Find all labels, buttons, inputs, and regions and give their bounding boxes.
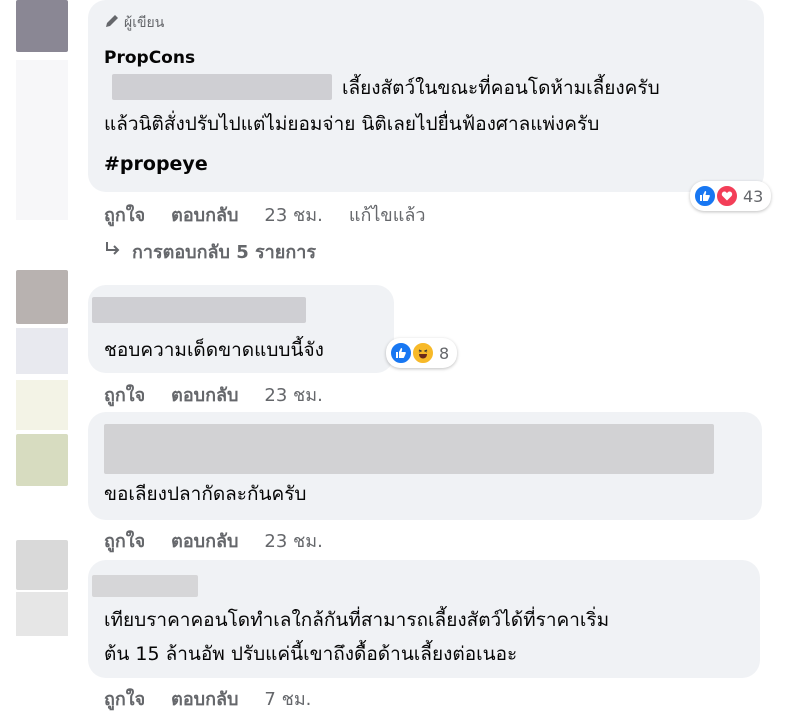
avatar[interactable] bbox=[16, 434, 68, 486]
redacted-text bbox=[112, 74, 332, 100]
avatar[interactable] bbox=[16, 540, 68, 590]
like-button[interactable]: ถูกใจ bbox=[104, 526, 145, 555]
like-icon bbox=[389, 341, 413, 365]
redacted-name bbox=[92, 575, 198, 597]
view-replies-button[interactable]: การตอบกลับ 5 รายการ bbox=[104, 237, 316, 266]
comment-text-line: แล้วนิติสั่งปรับไปแต่ไม่ยอมจ่าย นิติเลยไ… bbox=[104, 113, 600, 135]
avatar-strip bbox=[16, 60, 68, 220]
timestamp[interactable]: 23 ชม. bbox=[264, 526, 322, 555]
like-button[interactable]: ถูกใจ bbox=[104, 200, 145, 229]
reaction-summary[interactable]: 8 bbox=[386, 338, 458, 368]
comment-text-line: ต้น 15 ล้านอัพ ปรับแค่นี้เขาถึงดื้อด้านเ… bbox=[104, 643, 518, 665]
author-badge: ผู้เขียน bbox=[104, 12, 164, 34]
timestamp[interactable]: 23 ชม. bbox=[264, 380, 322, 409]
comment-text-line: เลี้ยงสัตว์ในขณะที่คอนโดห้ามเลี้ยงครับ bbox=[342, 77, 660, 99]
edited-label: แก้ไขแล้ว bbox=[348, 205, 426, 226]
comment-text-line: ขอเลียงปลากัดละกันครับ bbox=[104, 483, 307, 505]
reply-button[interactable]: ตอบกลับ bbox=[171, 684, 238, 713]
reaction-count: 8 bbox=[439, 343, 450, 363]
reply-button[interactable]: ตอบกลับ bbox=[171, 526, 238, 555]
author-badge-label: ผู้เขียน bbox=[124, 15, 165, 31]
like-icon bbox=[693, 184, 717, 208]
reaction-summary[interactable]: 43 bbox=[690, 181, 772, 211]
comment-text-line: ชอบความเด็ดขาดแบบนี้จัง bbox=[104, 339, 324, 361]
avatar-strip bbox=[16, 380, 68, 430]
comment-actions: ถูกใจ ตอบกลับ 23 ชม. bbox=[104, 380, 323, 409]
avatar-strip bbox=[16, 592, 68, 636]
redacted-name bbox=[104, 424, 714, 474]
redacted-name bbox=[92, 297, 306, 323]
reply-button[interactable]: ตอบกลับ bbox=[171, 380, 238, 409]
pencil-icon bbox=[104, 13, 120, 33]
haha-icon bbox=[411, 341, 435, 365]
love-icon bbox=[715, 184, 739, 208]
comment-text-line: เทียบราคาคอนโดทำเลใกล้กันที่สามารถเลี้ยง… bbox=[104, 609, 610, 631]
avatar[interactable] bbox=[16, 0, 68, 52]
like-button[interactable]: ถูกใจ bbox=[104, 684, 145, 713]
timestamp[interactable]: 23 ชม. bbox=[264, 200, 322, 229]
like-button[interactable]: ถูกใจ bbox=[104, 380, 145, 409]
comment-actions: ถูกใจ ตอบกลับ 7 ชม. bbox=[104, 684, 311, 713]
replies-label: การตอบกลับ 5 รายการ bbox=[132, 242, 317, 263]
comment-author[interactable]: PropCons bbox=[104, 48, 195, 68]
reaction-count: 43 bbox=[743, 186, 764, 206]
comment-actions: ถูกใจ ตอบกลับ 23 ชม. แก้ไขแล้ว bbox=[104, 200, 425, 229]
timestamp[interactable]: 7 ชม. bbox=[264, 684, 311, 713]
avatar-strip bbox=[16, 328, 68, 374]
hashtag-link[interactable]: #propeye bbox=[104, 146, 208, 182]
reply-button[interactable]: ตอบกลับ bbox=[171, 200, 238, 229]
comment-actions: ถูกใจ ตอบกลับ 23 ชม. bbox=[104, 526, 323, 555]
avatar[interactable] bbox=[16, 270, 68, 324]
reply-arrow-icon bbox=[104, 240, 122, 263]
